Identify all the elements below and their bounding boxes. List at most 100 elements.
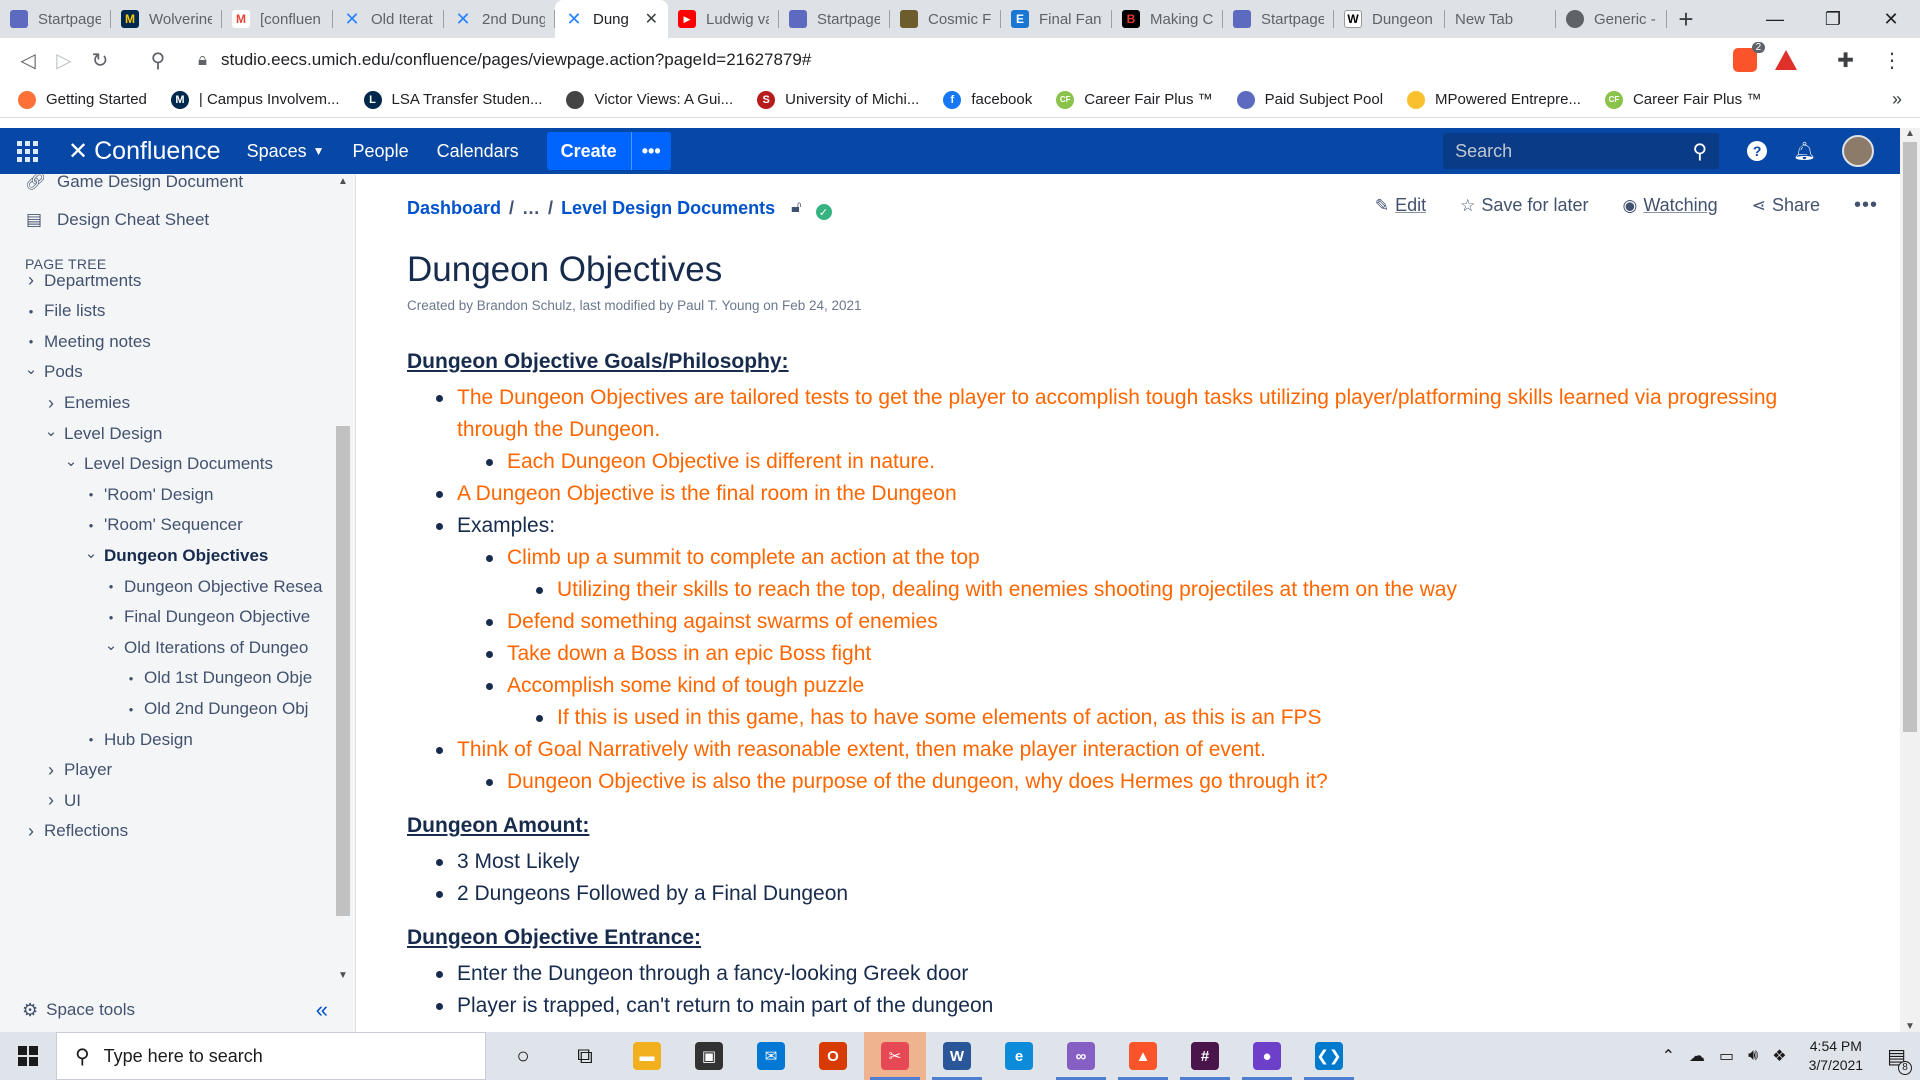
scroll-up-arrow-icon[interactable]: ▲ (338, 176, 348, 187)
chevron-down-icon[interactable]: ⌄ (82, 544, 100, 562)
browser-tab-active[interactable]: ✕ Dung ✕ (555, 0, 668, 38)
bookmark-item[interactable]: CF Career Fair Plus ™ (1604, 90, 1761, 109)
search-input[interactable]: Search ⚲ (1443, 133, 1720, 169)
tree-item[interactable]: • Dungeon Objective Resea (102, 573, 323, 601)
dropbox-icon[interactable]: ❖ (1772, 1046, 1786, 1066)
close-window-button[interactable]: ✕ (1862, 0, 1920, 38)
taskbar-app[interactable]: W (926, 1032, 988, 1080)
tree-item[interactable]: • Meeting notes (22, 328, 151, 356)
new-tab-button[interactable]: + (1667, 0, 1705, 38)
nav-people[interactable]: People (353, 141, 409, 162)
nav-spaces[interactable]: Spaces ▼ (247, 141, 325, 162)
extensions-puzzle-icon[interactable]: ✚ (1837, 48, 1854, 73)
bookmarks-overflow-icon[interactable]: » (1892, 89, 1902, 110)
minimize-button[interactable]: — (1746, 0, 1804, 38)
bookmark-item[interactable]: Getting Started (18, 90, 147, 109)
browser-tab[interactable]: ✕ 2nd Dung (444, 0, 555, 38)
onedrive-icon[interactable]: ☁ (1689, 1046, 1705, 1066)
taskbar-app[interactable]: # (1174, 1032, 1236, 1080)
reload-button[interactable]: ↻ (82, 42, 118, 78)
tree-item[interactable]: › UI (42, 787, 81, 815)
bookmark-item[interactable]: Paid Subject Pool (1236, 90, 1383, 109)
taskbar-app[interactable]: ▬ (616, 1032, 678, 1080)
scroll-down-arrow-icon[interactable]: ▼ (1905, 1021, 1915, 1032)
bookmark-item[interactable]: f facebook (943, 90, 1032, 109)
browser-tab[interactable]: Startpage (1223, 0, 1334, 38)
forward-button[interactable]: ▷ (46, 42, 82, 78)
breadcrumb-level-design-documents[interactable]: Level Design Documents (561, 198, 775, 219)
browser-tab[interactable]: Generic - (1556, 0, 1667, 38)
windows-start-button[interactable] (0, 1032, 56, 1080)
action-center-icon[interactable]: ▤ 8 (1887, 1044, 1912, 1075)
sidebar-scrollbar[interactable]: ▲ ▼ (336, 174, 350, 984)
sidebar-item-design-cheat-sheet[interactable]: ▤ Design Cheat Sheet (25, 206, 209, 234)
browser-tab[interactable]: ▶ Ludwig va (668, 0, 779, 38)
chevron-right-icon[interactable]: › (42, 760, 60, 781)
brave-rewards-icon[interactable] (1775, 50, 1798, 70)
check-circle-icon[interactable]: ✓ (815, 204, 832, 220)
unlock-icon[interactable]: 🔓︎ (791, 199, 801, 217)
taskbar-app[interactable]: e (988, 1032, 1050, 1080)
tree-item[interactable]: • Final Dungeon Objective (102, 603, 310, 631)
tree-item[interactable]: • Old 2nd Dungeon Obj (122, 695, 309, 723)
help-icon[interactable]: ? (1747, 141, 1768, 161)
address-bar[interactable]: 🔒︎ studio.eecs.umich.edu/confluence/page… (188, 43, 1733, 77)
browser-menu-icon[interactable]: ⋮ (1882, 48, 1902, 73)
tree-item[interactable]: › Reflections (22, 817, 128, 845)
page-scrollbar[interactable]: ▲ ▼ (1900, 128, 1920, 1032)
browser-tab[interactable]: Startpage (0, 0, 111, 38)
breadcrumb-ellipsis[interactable]: … (522, 198, 540, 219)
browser-tab[interactable]: M [confluen (222, 0, 333, 38)
sidebar-scroll-thumb[interactable] (336, 426, 350, 916)
taskbar-app[interactable]: ∞ (1050, 1032, 1112, 1080)
browser-tab[interactable]: Cosmic Fa (890, 0, 1001, 38)
taskbar-app[interactable]: ○ (492, 1032, 554, 1080)
tree-item[interactable]: • File lists (22, 297, 106, 325)
taskbar-search-input[interactable]: ⚲ Type here to search (56, 1032, 486, 1080)
share-button[interactable]: ⋖ Share (1752, 195, 1820, 216)
tree-item[interactable]: • 'Room' Design (82, 481, 214, 509)
tree-item[interactable]: • 'Room' Sequencer (82, 511, 243, 539)
taskbar-app[interactable]: O (802, 1032, 864, 1080)
notifications-icon[interactable]: 🔔︎ (1793, 141, 1816, 162)
tree-item[interactable]: ⌄ Level Design Documents (62, 450, 273, 478)
bookmark-button[interactable]: ⚲ (140, 42, 176, 78)
tree-item-current[interactable]: ⌄ Dungeon Objectives (82, 542, 269, 570)
maximize-button[interactable]: ❐ (1804, 0, 1862, 38)
scroll-up-arrow-icon[interactable]: ▲ (1905, 128, 1915, 139)
chevron-down-icon[interactable]: ⌄ (62, 452, 80, 470)
taskbar-app[interactable]: ▣ (678, 1032, 740, 1080)
bookmark-item[interactable]: MPowered Entrepre... (1407, 90, 1581, 109)
browser-tab[interactable]: E Final Fant (1001, 0, 1112, 38)
breadcrumb-dashboard[interactable]: Dashboard (407, 198, 501, 219)
bookmark-item[interactable]: S University of Michi... (757, 90, 919, 109)
watching-button[interactable]: ◉ Watching (1622, 195, 1717, 216)
sidebar-item-game-design-document[interactable]: 🔗︎ Game Design Document (25, 174, 243, 196)
browser-tab[interactable]: W Dungeon (1334, 0, 1445, 38)
tree-item[interactable]: › Enemies (42, 389, 130, 417)
collapse-sidebar-icon[interactable]: « (316, 997, 328, 1023)
chevron-right-icon[interactable]: › (22, 821, 40, 842)
chevron-down-icon[interactable]: ⌄ (22, 360, 40, 378)
edit-button[interactable]: ✎ Edit (1375, 195, 1426, 216)
tree-item[interactable]: › Departments (22, 267, 141, 295)
tree-item[interactable]: • Old 1st Dungeon Obje (122, 664, 313, 692)
space-tools-button[interactable]: Space tools (46, 1000, 135, 1020)
taskbar-app[interactable]: ✉ (740, 1032, 802, 1080)
browser-tab[interactable]: New Tab (1445, 0, 1556, 38)
bookmark-item[interactable]: M | Campus Involvem... (170, 90, 340, 109)
battery-icon[interactable]: ▭ (1719, 1046, 1734, 1066)
taskbar-app[interactable]: ● (1236, 1032, 1298, 1080)
chevron-right-icon[interactable]: › (42, 790, 60, 811)
close-tab-icon[interactable]: ✕ (641, 9, 658, 29)
save-for-later-button[interactable]: ☆ Save for later (1460, 195, 1588, 216)
create-more-button[interactable]: ••• (630, 132, 671, 170)
back-button[interactable]: ◁ (10, 42, 46, 78)
volume-icon[interactable]: 🔊︎ (1748, 1047, 1758, 1065)
bookmark-item[interactable]: CF Career Fair Plus ™ (1056, 90, 1213, 109)
taskbar-app[interactable]: ⧉ (554, 1032, 616, 1080)
chevron-down-icon[interactable]: ⌄ (42, 422, 60, 440)
nav-calendars[interactable]: Calendars (437, 141, 519, 162)
browser-tab[interactable]: M Wolverine (111, 0, 222, 38)
browser-tab[interactable]: Startpage (779, 0, 890, 38)
